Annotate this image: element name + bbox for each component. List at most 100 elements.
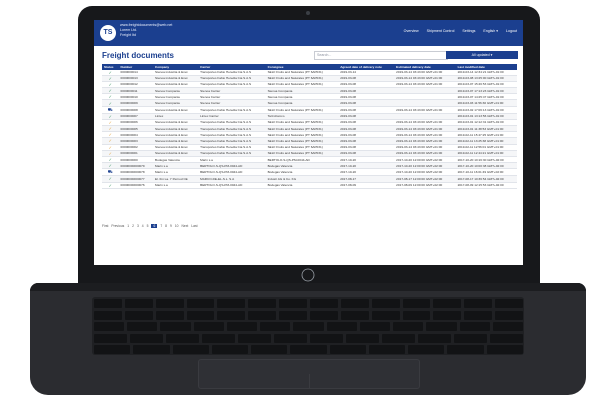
cell-consignee: SELF Fruits and Naturales (PT 6AP031)	[265, 106, 339, 114]
keyboard-key	[464, 310, 493, 320]
pager-first[interactable]: First	[102, 224, 108, 228]
keyboard-key	[464, 299, 493, 308]
documents-table: Status Number Company Carrier Consignee …	[102, 64, 517, 189]
keyboard-key	[447, 345, 484, 354]
pager-page[interactable]: 3	[137, 224, 139, 228]
keyboard-key	[433, 299, 462, 308]
status-icon: ⛟	[102, 106, 119, 114]
keyboard-key	[217, 299, 246, 308]
keyboard-key	[193, 322, 224, 331]
keyboard-key	[310, 310, 338, 320]
filter-select[interactable]: All updated ▾	[446, 51, 518, 59]
cell-carrier: BERTOLO-S-QS-PM-0044-AD	[198, 182, 266, 189]
pagination: First Previous 1 2 3 4 5 6 7 8 9 10 Next…	[102, 224, 198, 228]
keyboard-key	[293, 322, 324, 331]
cell-modified: 2019-03-02 17:06:13 GMT+01:00	[455, 106, 517, 114]
cell-company: Stenoa industria & Enet	[153, 106, 199, 114]
nav-settings[interactable]: Settings	[462, 29, 475, 33]
keyboard-key	[340, 310, 369, 320]
keyboard-key	[94, 333, 127, 343]
keyboard-key	[393, 322, 424, 331]
keyboard-key	[251, 345, 288, 354]
cell-number: 00000000000078	[118, 168, 154, 177]
pager-current-page[interactable]: 6	[151, 224, 158, 228]
cell-estimated: 2017-10-20 12:00:00 GMT+02:00	[394, 168, 456, 177]
nav-overview[interactable]: Overview	[404, 29, 419, 33]
keyboard-key	[127, 322, 158, 331]
keyboard-key	[346, 333, 379, 343]
status-icon: ✓	[102, 182, 119, 189]
cell-consignee: Bodegas Valencia	[265, 168, 339, 177]
keyboard-key	[94, 310, 122, 320]
keyboard-key	[310, 333, 343, 343]
pager-previous[interactable]: Previous	[111, 224, 124, 228]
nav-shipment-control[interactable]: Shipment Control	[427, 29, 455, 33]
keyboard-key	[211, 345, 249, 354]
table-row[interactable]: ⛟ 0000000008 Stenoa industria & Enet Transp…	[102, 106, 517, 114]
keyboard-key	[160, 322, 191, 331]
keyboard-key	[340, 299, 369, 308]
user-info: www.freightdocuments@web.net Lorem Ltd. …	[120, 23, 172, 38]
keyboard-key	[279, 299, 307, 308]
keyboard-key	[260, 322, 291, 331]
pager-page[interactable]: 9	[170, 224, 172, 228]
pager-page[interactable]: 2	[132, 224, 134, 228]
pager-page[interactable]: 8	[165, 224, 167, 228]
keyboard-key	[248, 299, 277, 308]
keyboard-key	[274, 333, 307, 343]
keyboard-key	[94, 345, 131, 354]
laptop-screen: TS www.freightdocuments@web.net Lorem Lt…	[94, 20, 523, 265]
keyboard-key	[495, 299, 523, 308]
hinge	[30, 283, 586, 291]
cell-agreed: 2017-08-09	[338, 182, 395, 189]
pager-page[interactable]: 7	[160, 224, 162, 228]
keyboard-key	[217, 310, 246, 320]
cell-agreed: 2019-03-08	[338, 106, 395, 114]
keyboard-key	[368, 345, 406, 354]
keyboard-key	[94, 299, 122, 308]
page-title: Freight documents	[102, 51, 175, 60]
status-icon: ⛟	[102, 168, 119, 177]
keyboard-key	[124, 299, 153, 308]
pager-page[interactable]: 5	[147, 224, 149, 228]
pager-next[interactable]: Next	[182, 224, 189, 228]
table-row[interactable]: ⛟ 00000000000078 Marin s.a BERTOLO-S-QS-PM-…	[102, 168, 517, 177]
keyboard-key	[166, 333, 199, 343]
keyboard-key	[133, 345, 170, 354]
touchpad	[198, 359, 420, 389]
nav-logout[interactable]: Logout	[506, 29, 517, 33]
user-company-2: Freight ltd	[120, 33, 136, 37]
keyboard-key	[454, 333, 487, 343]
pager-page[interactable]: 10	[175, 224, 179, 228]
pager-page[interactable]: 4	[142, 224, 144, 228]
keyboard-key	[279, 310, 307, 320]
keyboard-key	[433, 310, 462, 320]
cell-number: 00000000000076	[118, 182, 154, 189]
cell-company: Marin s.a	[153, 182, 199, 189]
keyboard-key	[155, 310, 184, 320]
keyboard-key	[155, 299, 184, 308]
keyboard-key	[130, 333, 163, 343]
cell-modified: 2017-08-09 12:15:53 GMT+02:00	[455, 182, 517, 189]
pager-last[interactable]: Last	[191, 224, 197, 228]
keyboard-key	[326, 322, 357, 331]
cell-estimated: 2017-08-09 12:00:00 GMT+02:00	[394, 182, 456, 189]
keyboard-key	[402, 299, 431, 308]
nav-language[interactable]: English ▾	[483, 29, 498, 33]
touchpad-divider	[309, 374, 310, 388]
keyboard-key	[495, 310, 523, 320]
keyboard	[92, 297, 524, 355]
keyboard-key	[290, 345, 327, 354]
keyboard-key	[418, 333, 451, 343]
pager-page[interactable]: 1	[127, 224, 129, 228]
cell-company: Marin s.a	[153, 168, 199, 177]
cell-estimated: 2019-03-14 03:43:00 GMT+01:00	[394, 106, 456, 114]
table-row[interactable]: ✓ 00000000000076 Marin s.a BERTOLO-S-QS-PM-…	[102, 182, 517, 189]
keyboard-key	[94, 322, 125, 331]
keyboard-key	[371, 310, 400, 320]
keyboard-key	[226, 322, 258, 331]
keyboard-key	[329, 345, 366, 354]
cell-number: 0000000008	[118, 106, 154, 114]
search-input[interactable]: Search...	[314, 51, 448, 60]
hp-logo-icon	[300, 268, 316, 282]
